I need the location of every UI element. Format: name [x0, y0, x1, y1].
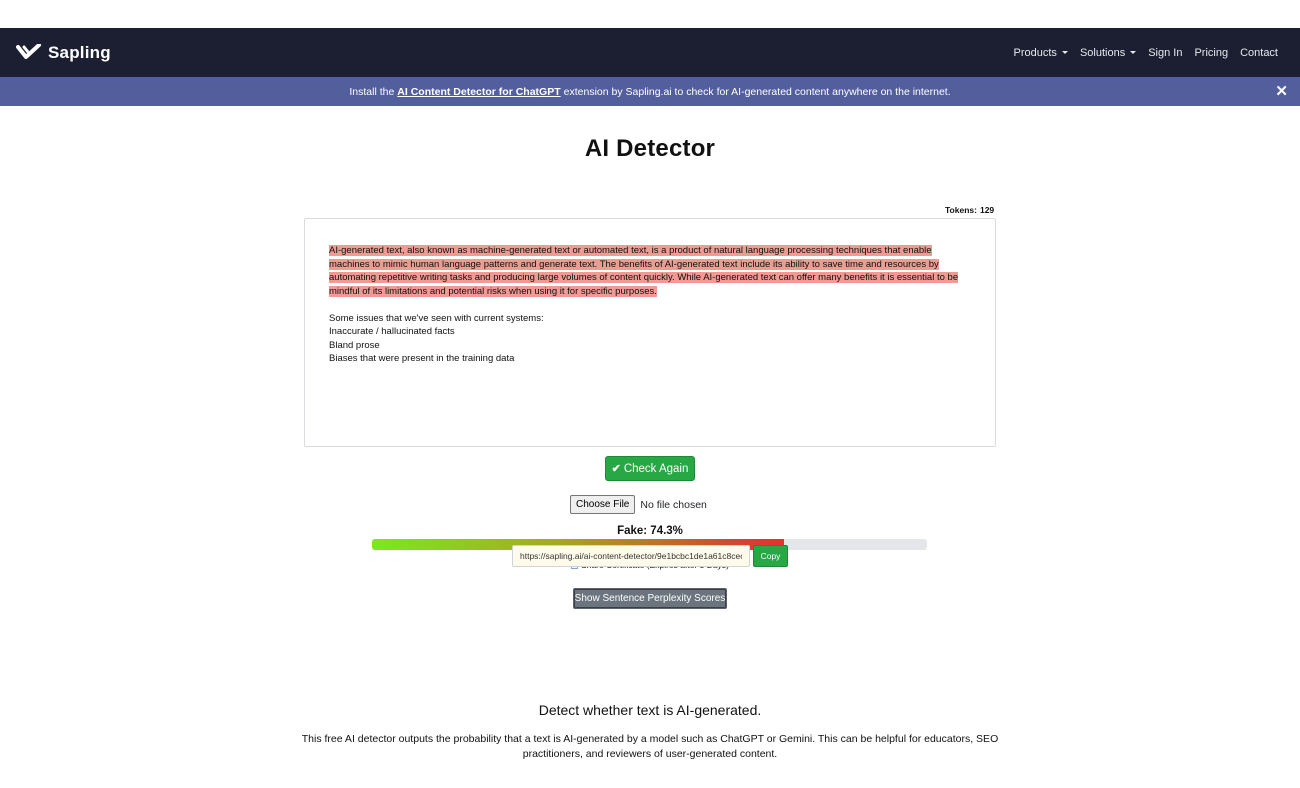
extension-banner: Install the AI Content Detector for Chat… — [0, 77, 1300, 106]
nav-products[interactable]: Products — [1008, 47, 1074, 59]
copy-button[interactable]: Copy — [753, 545, 788, 567]
editor-line: Bland prose — [329, 339, 380, 351]
brand-name: Sapling — [48, 42, 111, 62]
choose-file-button[interactable]: Choose File — [570, 495, 636, 514]
nav-sign-in[interactable]: Sign In — [1142, 47, 1188, 59]
brand[interactable]: Sapling — [16, 43, 111, 63]
footer-tagline: Detect whether text is AI-generated. — [538, 702, 762, 718]
main-nav: Products Solutions Sign In Pricing Conta… — [1008, 47, 1284, 59]
banner-extension-link[interactable]: AI Content Detector for ChatGPT — [397, 86, 560, 98]
show-perplexity-button[interactable]: Show Sentence Perplexity Scores — [573, 588, 727, 609]
close-icon[interactable]: ✕ — [1275, 83, 1288, 100]
caret-down-icon — [1061, 51, 1068, 54]
editor-line: Some issues that we've seen with current… — [329, 312, 544, 324]
fake-score: Fake: 74.3% — [617, 525, 683, 537]
editor-highlighted-paragraph: AI-generated text, also known as machine… — [329, 244, 971, 298]
nav-solutions[interactable]: Solutions — [1074, 47, 1142, 59]
ai-highlighted-text: AI-generated text, also known as machine… — [329, 245, 959, 297]
file-status: No file chosen — [640, 498, 707, 511]
banner-prefix: Install the — [349, 85, 395, 98]
token-count-value: 129 — [979, 205, 995, 215]
editor-line: Biases that were present in the training… — [329, 353, 515, 364]
nav-solutions-label: Solutions — [1079, 46, 1126, 59]
banner-suffix: extension by Sapling.ai to check for AI-… — [563, 85, 951, 98]
editor-blank-line — [329, 298, 971, 312]
check-again-label: Check Again — [623, 462, 689, 475]
sapling-logo-icon — [16, 43, 41, 59]
nav-products-label: Products — [1013, 46, 1057, 59]
caret-down-icon — [1130, 51, 1137, 54]
check-icon: ✔ — [611, 463, 621, 475]
page-title: AI Detector — [584, 135, 716, 162]
text-editor[interactable]: AI-generated text, also known as machine… — [304, 218, 996, 447]
navbar: Sapling Products Solutions Sign In Prici… — [0, 28, 1300, 77]
main-content: AI Detector Tokens: 129 AI-generated text… — [0, 135, 1300, 570]
top-spacer — [0, 0, 1300, 28]
token-count-label: Tokens: — [945, 205, 977, 215]
check-again-button[interactable]: ✔ Check Again — [605, 456, 695, 481]
nav-contact[interactable]: Contact — [1234, 47, 1284, 59]
share-link-input[interactable] — [512, 545, 750, 567]
editor-line: Inaccurate / hallucinated facts — [329, 326, 455, 337]
file-input: Choose File No file chosen — [570, 495, 707, 514]
nav-pricing[interactable]: Pricing — [1188, 47, 1234, 59]
token-count: Tokens: 129 — [945, 205, 994, 215]
footer-description: This free AI detector outputs the probab… — [301, 733, 999, 760]
